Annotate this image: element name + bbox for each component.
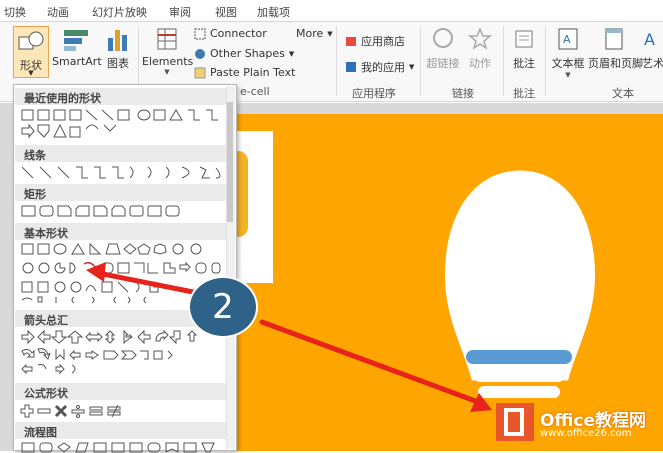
comment-label: 批注 [513, 57, 535, 70]
hyperlink-label: 超链接 [426, 57, 460, 70]
header-footer-icon [605, 28, 623, 50]
section-equation-shapes: 公式形状 [15, 383, 226, 400]
apps-icon [346, 62, 356, 72]
elements-button[interactable]: Elements ▼ [142, 26, 194, 76]
svg-text:A: A [644, 30, 655, 49]
group-label-links: 链接 [452, 87, 474, 100]
ribbon-tab-bar: 切换 动画 幻灯片放映 审阅 视图 加载项 [0, 0, 663, 22]
elements-label: Elements [142, 55, 194, 68]
chevron-down-icon: ▼ [327, 29, 333, 38]
group-label-text: 文本 [612, 87, 634, 100]
shapes-button[interactable]: 形状 ▼ [13, 26, 49, 78]
ribbon-divider [420, 26, 421, 96]
my-apps-button[interactable]: 我的应用 ▼ [345, 59, 414, 75]
other-shapes-icon [195, 48, 205, 59]
table-icon [157, 28, 177, 50]
section-flowchart: 流程图 [15, 422, 226, 439]
chart-button[interactable]: 图表 [103, 26, 133, 71]
wordart-icon: A [644, 30, 655, 49]
chevron-down-icon: ▼ [28, 69, 34, 77]
ribbon-divider [336, 26, 337, 96]
paste-icon [194, 67, 206, 78]
chevron-down-icon: ▼ [288, 49, 295, 58]
my-apps-label: 我的应用 [361, 61, 405, 74]
wordart-label: 艺术 [642, 57, 663, 70]
comment-button[interactable]: 批注 [508, 26, 540, 71]
textbox-label: 文本框 [551, 57, 585, 70]
bulb-ring[interactable] [478, 386, 560, 398]
action-button[interactable]: 动作 [464, 26, 496, 71]
section-basic-shapes: 基本形状 [15, 223, 226, 240]
action-label: 动作 [469, 57, 491, 70]
other-shapes-label: Other Shapes [210, 47, 285, 60]
chevron-down-icon: ▼ [409, 63, 415, 71]
chart-label: 图表 [107, 57, 129, 70]
rectangles-grid[interactable] [20, 203, 230, 221]
section-lines: 线条 [15, 145, 226, 162]
star-icon [467, 27, 493, 50]
hyperlink-button[interactable]: 超链接 [426, 26, 460, 71]
globe-link-icon [433, 28, 453, 48]
connector-label: Connector [210, 27, 267, 40]
equation-shapes-grid[interactable] [20, 402, 230, 420]
other-shapes-button[interactable]: Other Shapes ▼ [194, 47, 294, 60]
flowchart-grid[interactable] [20, 441, 230, 453]
chevron-down-icon: ▼ [164, 68, 170, 76]
group-label-comments: 批注 [513, 87, 535, 100]
shapes-icon [18, 31, 44, 50]
header-footer-label: 页眉和页脚 [588, 57, 643, 70]
recent-shapes-grid[interactable] [20, 107, 230, 143]
tab-addins[interactable]: 加载项 [257, 4, 290, 20]
connector-icon [194, 28, 206, 39]
more-label: More [296, 27, 324, 40]
ribbon-divider [545, 26, 546, 96]
tab-transitions[interactable]: 切换 [4, 4, 26, 20]
more-button[interactable]: More ▼ [296, 27, 333, 40]
yellow-tab-shape[interactable] [236, 151, 248, 237]
shapes-gallery-dropdown[interactable]: 最近使用的形状 线条 矩形 基本形状 箭头总汇 公式形状 流程图 [13, 84, 237, 453]
svg-text:A: A [563, 33, 571, 46]
tab-slideshow[interactable]: 幻灯片放映 [92, 4, 147, 20]
chart-icon [108, 30, 127, 51]
connector-button[interactable]: Connector [194, 27, 267, 40]
group-label-ecell: e-cell [240, 85, 270, 98]
comment-icon [515, 30, 533, 48]
smartart-button[interactable]: SmartArt [52, 26, 102, 68]
lines-grid[interactable] [20, 164, 230, 182]
tab-review[interactable]: 审阅 [169, 4, 191, 20]
watermark-url: www.office26.com [540, 428, 632, 439]
textbox-button[interactable]: A 文本框 ▼ [549, 26, 587, 79]
app-store-button[interactable]: 应用商店 [345, 33, 405, 49]
app-store-label: 应用商店 [361, 35, 405, 48]
chevron-down-icon: ▼ [565, 71, 571, 79]
smartart-icon [64, 30, 88, 51]
bulb-band[interactable] [466, 350, 572, 364]
bulb-ring[interactable] [474, 370, 564, 382]
office-logo-icon [496, 403, 534, 441]
paste-plain-label: Paste Plain Text [210, 66, 296, 79]
smartart-label: SmartArt [52, 55, 102, 68]
block-arrows-grid[interactable] [20, 329, 230, 385]
tab-view[interactable]: 视图 [215, 4, 237, 20]
step-number-badge: 2 [188, 276, 258, 338]
section-rectangles: 矩形 [15, 184, 226, 201]
wordart-button[interactable]: A 艺术 [642, 26, 663, 71]
ribbon-divider [503, 26, 504, 96]
tab-animations[interactable]: 动画 [47, 4, 69, 20]
group-label-apps: 应用程序 [352, 87, 396, 100]
textbox-icon: A [558, 28, 578, 50]
section-recent-shapes: 最近使用的形状 [15, 88, 226, 105]
header-footer-button[interactable]: 页眉和页脚 [588, 26, 643, 71]
paste-plain-text-button[interactable]: Paste Plain Text [194, 66, 295, 79]
store-icon [346, 37, 356, 46]
